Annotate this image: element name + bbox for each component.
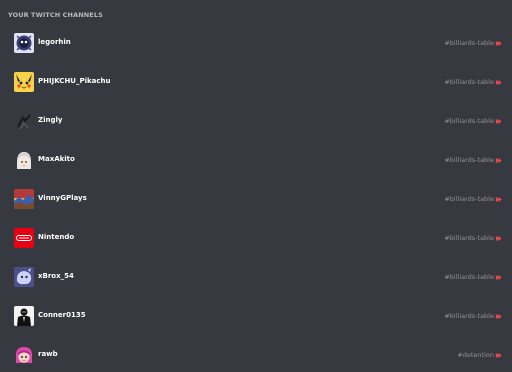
channel-name: Nintendo [38, 233, 75, 241]
target-channel-label: #billiards-table [444, 156, 494, 164]
dark-creature-avatar-icon [14, 33, 34, 53]
red-arrow-icon [495, 157, 502, 163]
target-channel-label: #billiards-table [444, 117, 494, 125]
channel-name: legorhin [38, 38, 71, 46]
channel-name: rawb [38, 350, 58, 358]
anime-face-avatar-icon [14, 150, 34, 170]
channel-row[interactable]: PHIJKCHU_Pikachu #billiards-table [0, 66, 512, 105]
channel-row[interactable]: rawb #detention [0, 339, 512, 372]
target-channel-label: #detention [457, 351, 494, 359]
channel-name: PHIJKCHU_Pikachu [38, 77, 111, 85]
twitch-channels-panel: YOUR TWITCH CHANNELS legorhin #billiards… [0, 0, 512, 372]
red-arrow-icon [495, 313, 502, 319]
red-arrow-icon [495, 118, 502, 124]
channel-target[interactable]: #billiards-table [444, 312, 502, 320]
target-channel-label: #billiards-table [444, 312, 494, 320]
channel-row[interactable]: Zingly #billiards-table [0, 105, 512, 144]
red-arrow-icon [495, 352, 502, 358]
nintendo-logo-avatar-icon [14, 228, 34, 248]
target-channel-label: #billiards-table [444, 78, 494, 86]
section-title: YOUR TWITCH CHANNELS [8, 11, 103, 19]
landscape-avatar-icon [14, 189, 34, 209]
target-channel-label: #billiards-table [444, 39, 494, 47]
sketch-figure-avatar-icon [14, 111, 34, 131]
channel-list: legorhin #billiards-table PHIJKCHU_Pikac… [0, 27, 512, 372]
channel-target[interactable]: #billiards-table [444, 234, 502, 242]
channel-target[interactable]: #billiards-table [444, 78, 502, 86]
red-arrow-icon [495, 235, 502, 241]
channel-name: Conner0135 [38, 311, 86, 319]
channel-row[interactable]: xBrox_54 #billiards-table [0, 261, 512, 300]
target-channel-label: #billiards-table [444, 273, 494, 281]
channel-row[interactable]: MaxAkito #billiards-table [0, 144, 512, 183]
pink-character-avatar-icon [14, 345, 34, 365]
channel-row[interactable]: Conner0135 #billiards-table [0, 300, 512, 339]
channel-row[interactable]: VinnyGPlays #billiards-table [0, 183, 512, 222]
purple-blob-avatar-icon [14, 267, 34, 287]
channel-name: Zingly [38, 116, 63, 124]
red-arrow-icon [495, 40, 502, 46]
channel-target[interactable]: #detention [457, 351, 502, 359]
pikachu-avatar-icon [14, 72, 34, 92]
red-arrow-icon [495, 196, 502, 202]
channel-name: xBrox_54 [38, 272, 74, 280]
target-channel-label: #billiards-table [444, 234, 494, 242]
suit-figure-avatar-icon [14, 306, 34, 326]
target-channel-label: #billiards-table [444, 195, 494, 203]
channel-name: VinnyGPlays [38, 194, 87, 202]
channel-target[interactable]: #billiards-table [444, 156, 502, 164]
channel-target[interactable]: #billiards-table [444, 195, 502, 203]
channel-name: MaxAkito [38, 155, 75, 163]
channel-row[interactable]: Nintendo #billiards-table [0, 222, 512, 261]
channel-target[interactable]: #billiards-table [444, 39, 502, 47]
red-arrow-icon [495, 274, 502, 280]
channel-target[interactable]: #billiards-table [444, 117, 502, 125]
red-arrow-icon [495, 79, 502, 85]
channel-target[interactable]: #billiards-table [444, 273, 502, 281]
channel-row[interactable]: legorhin #billiards-table [0, 27, 512, 66]
